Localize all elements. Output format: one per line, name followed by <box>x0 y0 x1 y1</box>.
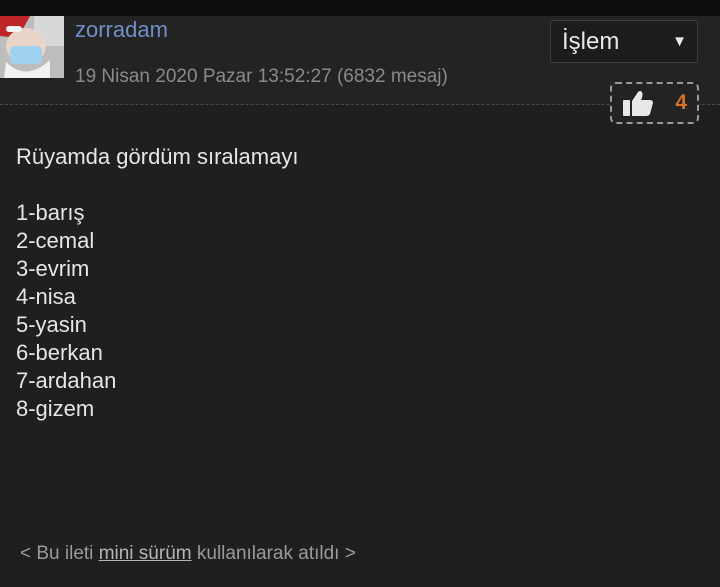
action-dropdown-label: İşlem <box>562 28 620 55</box>
footer-note: < Bu ileti mini sürüm kullanılarak atıld… <box>20 541 356 567</box>
avatar-image <box>0 16 64 78</box>
ranking-item: 5-yasin <box>16 312 87 337</box>
ranking-item: 8-gizem <box>16 396 95 421</box>
ranking-item: 3-evrim <box>16 256 90 281</box>
caret-down-icon: ▼ <box>672 33 687 50</box>
mini-version-link[interactable]: mini sürüm <box>99 543 192 564</box>
post-timestamp: 19 Nisan 2020 Pazar 13:52:27 (6832 mesaj… <box>75 66 448 87</box>
action-dropdown[interactable]: İşlem ▼ <box>550 20 698 63</box>
post-intro: Rüyamda gördüm sıralamayı <box>16 144 299 169</box>
top-bar <box>0 0 720 16</box>
footer-suffix: kullanılarak atıldı > <box>191 543 356 564</box>
avatar[interactable] <box>0 16 64 78</box>
like-button[interactable]: 4 <box>610 82 699 124</box>
thumbs-up-icon <box>623 91 653 116</box>
ranking-item: 1-barış <box>16 200 85 225</box>
ranking-item: 2-cemal <box>16 228 95 253</box>
ranking-item: 4-nisa <box>16 284 76 309</box>
ranking-item: 7-ardahan <box>16 368 117 393</box>
ranking-item: 6-berkan <box>16 340 103 365</box>
like-count: 4 <box>675 91 687 114</box>
post-body: Rüyamda gördüm sıralamayı 1-barış 2-cema… <box>16 143 298 423</box>
footer-prefix: < Bu ileti <box>20 543 99 564</box>
username-link[interactable]: zorradam <box>75 16 168 44</box>
